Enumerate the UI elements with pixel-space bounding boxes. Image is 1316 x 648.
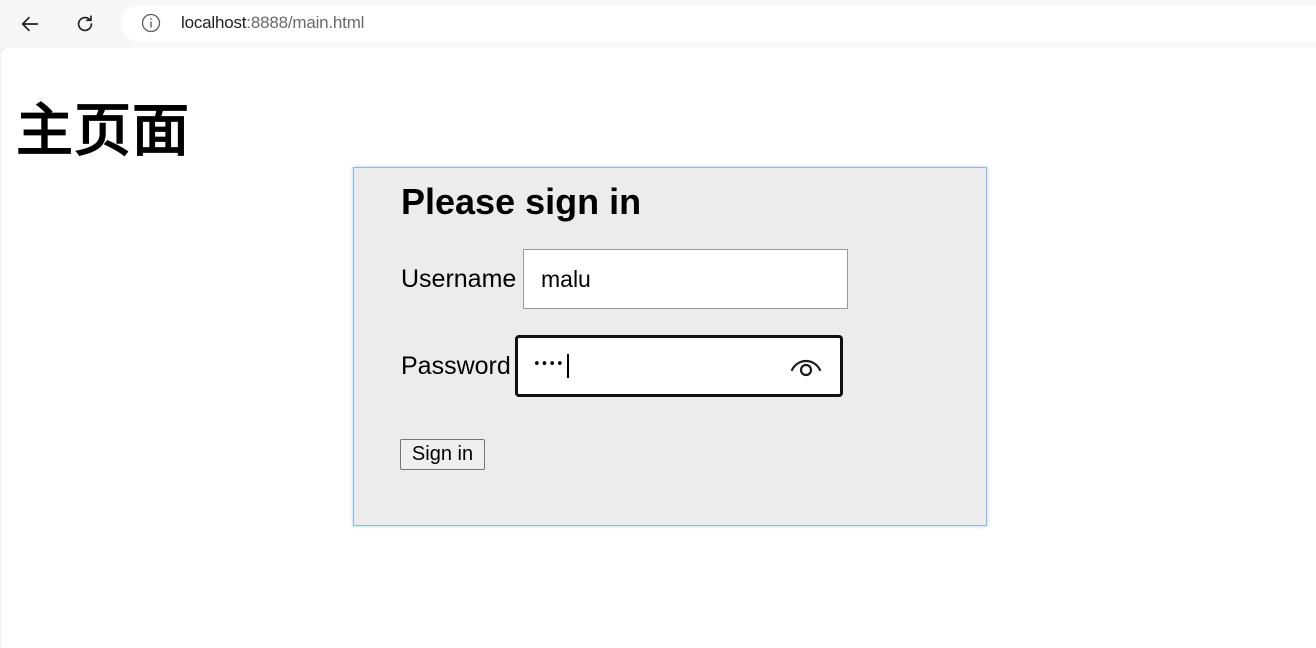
eye-icon[interactable] [789, 355, 823, 379]
text-caret [567, 354, 569, 378]
url-path: :8888/main.html [246, 13, 365, 32]
url-text[interactable]: localhost:8888/main.html [181, 13, 364, 33]
login-panel: Please sign in Username Password •••• Si… [353, 167, 987, 526]
back-button[interactable] [14, 8, 46, 40]
sign-in-button[interactable]: Sign in [400, 439, 485, 470]
address-bar[interactable]: localhost:8888/main.html [121, 5, 1316, 42]
info-icon[interactable] [141, 13, 161, 33]
browser-toolbar: localhost:8888/main.html [0, 0, 1316, 48]
url-host: localhost [181, 13, 247, 32]
reload-button[interactable] [69, 8, 101, 40]
page-viewport: 主页面 Please sign in Username Password •••… [1, 48, 1316, 648]
reload-icon [77, 15, 93, 32]
username-label: Username [401, 265, 517, 293]
password-masked-value: •••• [533, 357, 564, 372]
login-heading: Please sign in [401, 181, 642, 222]
page-title: 主页面 [16, 98, 190, 164]
username-input[interactable] [523, 249, 848, 309]
password-label: Password [401, 352, 511, 380]
password-input[interactable]: •••• [515, 335, 843, 397]
back-arrow-icon [21, 16, 39, 32]
